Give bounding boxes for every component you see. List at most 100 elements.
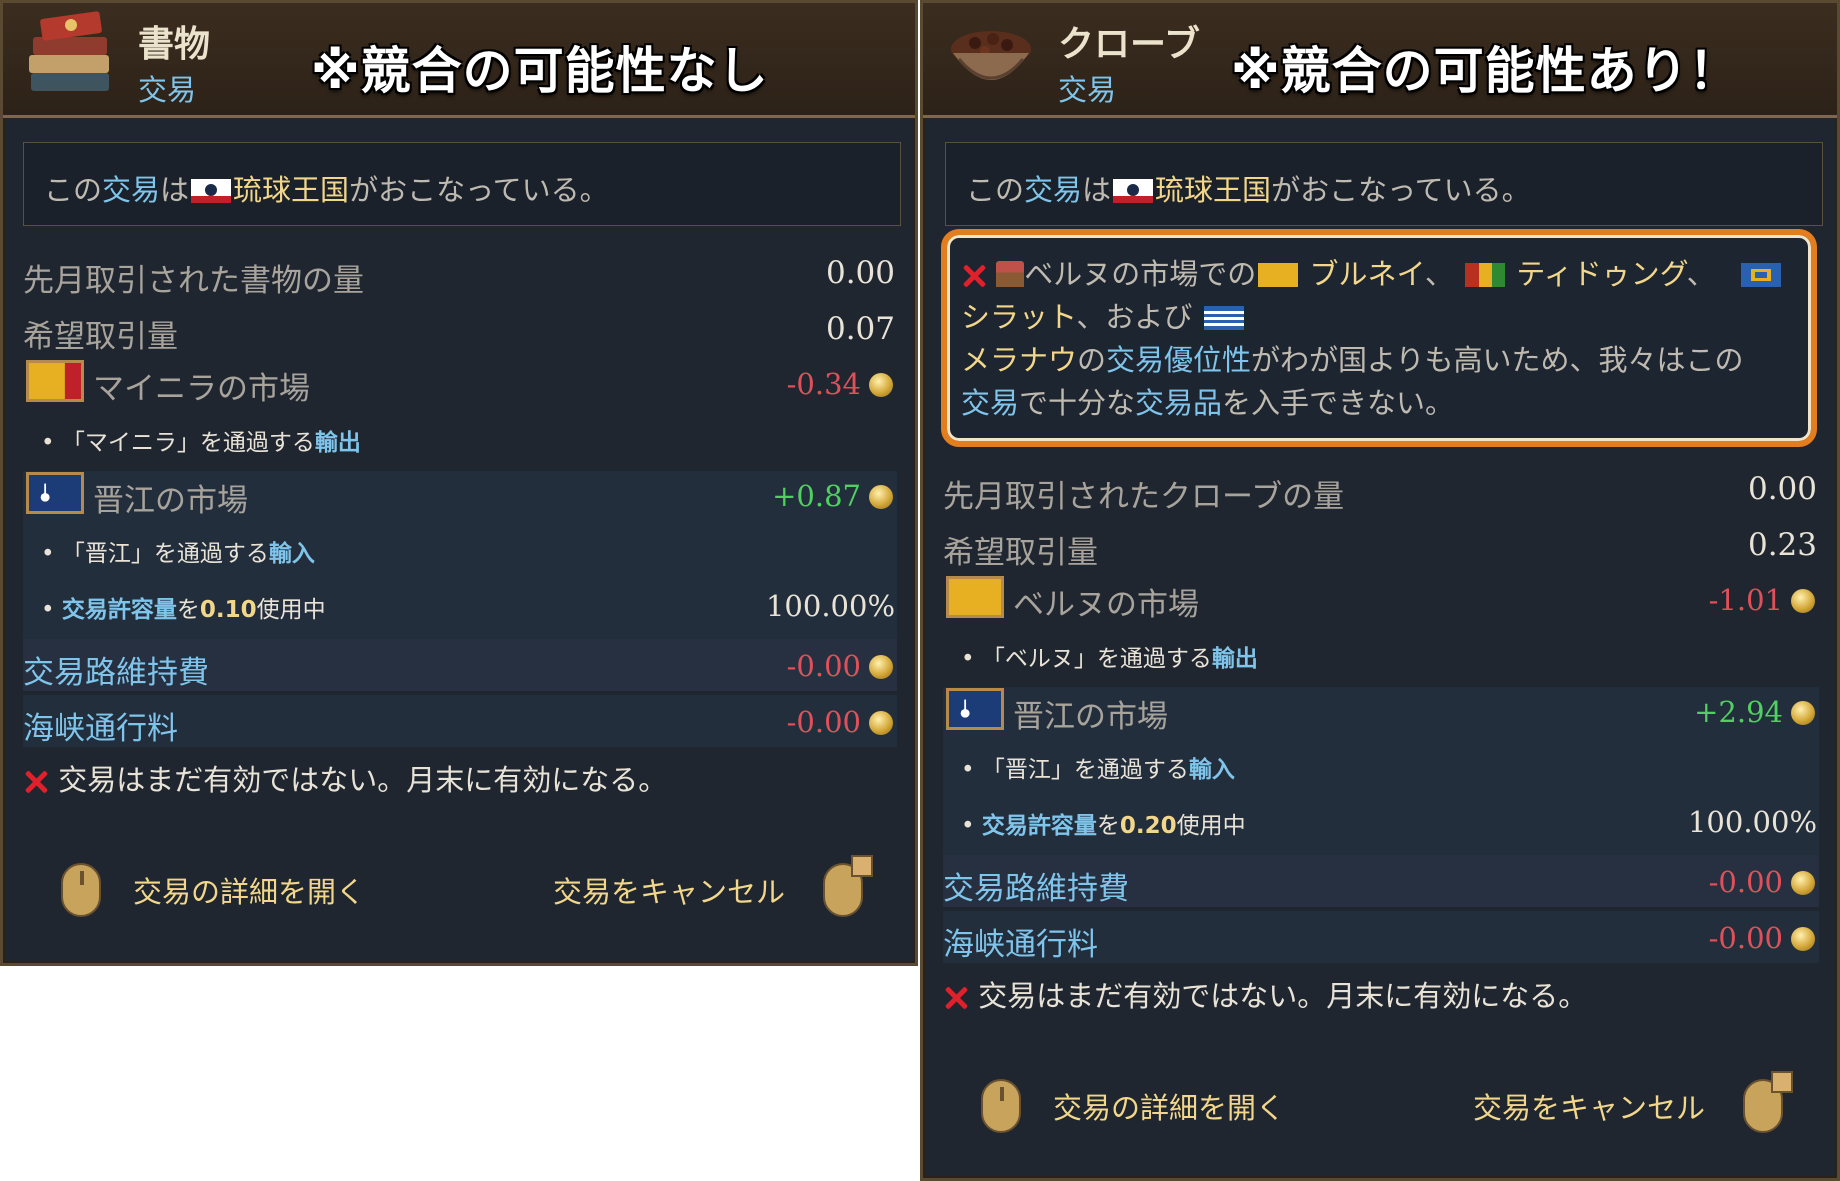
strait-toll-label: 海峡通行料 — [23, 711, 178, 747]
warning-keyword: 交易 — [961, 386, 1020, 420]
warning-line: シラット、および — [961, 296, 1797, 339]
strait-toll-row: 海峡通行料 -0.00 — [943, 911, 1819, 963]
cancel-trade-button[interactable]: 交易をキャンセル — [1473, 1085, 1705, 1127]
strait-toll-row: 海峡通行料 -0.00 — [23, 695, 897, 747]
right-click-marker — [851, 855, 873, 877]
coin-icon — [869, 373, 893, 397]
traded-last-month-row: 先月取引された書物の量 0.00 — [23, 247, 895, 299]
coin-icon — [1791, 589, 1815, 613]
warning-text: を入手できない。 — [1222, 386, 1455, 420]
warning-line: ベルヌの市場での ブルネイ、 ティドゥング、 — [961, 253, 1797, 296]
bullet-keyword: 輸出 — [314, 430, 361, 456]
bullet-text: を — [176, 597, 200, 623]
notice-text: がおこなっている。 — [349, 173, 609, 207]
upkeep-row: 交易路維持費 -0.00 — [23, 639, 897, 691]
market-row-bernu[interactable]: ベルヌの市場 -1.01 — [943, 573, 1819, 627]
desired-amount-row: 希望取引量 0.23 — [943, 519, 1817, 571]
traded-last-month-label: 先月取引された書物の量 — [23, 263, 364, 299]
goods-title: 書物 — [138, 23, 211, 65]
mouse-left-icon — [61, 863, 101, 917]
capacity-value: 0.20 — [1119, 813, 1177, 839]
flag-icon — [1740, 263, 1781, 287]
coin-icon — [869, 485, 893, 509]
annotation-note: ※競合の可能性あり！ — [1231, 42, 1740, 100]
panel-header: 書物 交易 ※競合の可能性なし — [3, 3, 915, 118]
open-details-button[interactable]: 交易の詳細を開く — [1053, 1085, 1285, 1127]
market-bullet: • 「マイニラ」を通過する輸出 — [41, 430, 361, 456]
market-row-jinjiang[interactable]: 晋江の市場 +0.87 — [23, 469, 897, 523]
country-link[interactable]: ティドゥング — [1516, 257, 1686, 291]
mouse-right-icon — [1743, 1071, 1793, 1133]
market-value: +2.94 — [1694, 695, 1783, 729]
market-name: マイニラの市場 — [93, 371, 310, 407]
warning-text: の — [1077, 343, 1107, 377]
coin-icon — [869, 711, 893, 735]
country-link[interactable]: シラット — [961, 300, 1076, 334]
bullet-text: を — [1096, 813, 1120, 839]
market-value: +0.87 — [772, 479, 861, 513]
market-value: -0.34 — [786, 367, 861, 401]
bullet-keyword: 輸入 — [268, 541, 315, 567]
traded-last-month-row: 先月取引されたクローブの量 0.00 — [943, 463, 1817, 515]
flag-icon — [946, 576, 1004, 618]
warning-text: 、および — [1076, 300, 1193, 334]
market-name: 晋江の市場 — [1013, 699, 1168, 735]
mouse-right-icon — [823, 855, 873, 917]
bullet-keyword: 輸入 — [1188, 757, 1235, 783]
right-click-marker — [1771, 1071, 1793, 1093]
market-row-manila[interactable]: マイニラの市場 -0.34 — [23, 357, 897, 411]
status-message: 交易はまだ有効ではない。月末に有効になる。 — [943, 973, 1587, 1015]
coin-icon — [1791, 701, 1815, 725]
upkeep-row: 交易路維持費 -0.00 — [943, 855, 1819, 907]
notice-text: がおこなっている。 — [1271, 173, 1531, 207]
mouse-left-icon — [981, 1079, 1021, 1133]
competition-warning: ベルヌの市場での ブルネイ、 ティドゥング、 シラット、および メラナウの交易優… — [941, 229, 1817, 447]
country-link[interactable]: ブルネイ — [1309, 257, 1424, 291]
x-icon — [23, 768, 49, 794]
warning-text: がわが国よりも高いため、我々はこの — [1251, 343, 1744, 377]
trade-subtitle: 交易 — [138, 73, 197, 107]
capacity-percent: 100.00% — [765, 589, 895, 623]
cancel-trade-button[interactable]: 交易をキャンセル — [553, 869, 785, 911]
market-row-jinjiang[interactable]: 晋江の市場 +2.94 — [943, 685, 1819, 739]
status-message: 交易はまだ有効ではない。月末に有効になる。 — [23, 757, 667, 799]
warning-line: メラナウの交易優位性がわが国よりも高いため、我々はこの — [961, 339, 1797, 382]
books-icon — [29, 11, 109, 91]
notice-keyword: 交易 — [1024, 173, 1083, 207]
coin-icon — [1791, 871, 1815, 895]
desired-amount-label: 希望取引量 — [23, 319, 178, 355]
coin-icon — [869, 655, 893, 679]
notice-text: は — [160, 173, 190, 207]
warning-text: で十分な — [1019, 386, 1136, 420]
warning-text: 、 — [1686, 257, 1716, 291]
capacity-keyword: 交易許容量 — [981, 813, 1097, 839]
capacity-bullet: • 交易許容量を0.20使用中 — [961, 813, 1246, 839]
capacity-value: 0.10 — [199, 597, 257, 623]
open-details-button[interactable]: 交易の詳細を開く — [133, 869, 365, 911]
trader-notice: この交易は 琉球王国がおこなっている。 — [23, 142, 901, 226]
bullet-text: 「ベルヌ」を通過する — [981, 646, 1212, 672]
country-link[interactable]: メラナウ — [961, 343, 1077, 377]
status-text: 交易はまだ有効ではない。月末に有効になる。 — [978, 979, 1588, 1013]
bullet-text: 「マイニラ」を通過する — [61, 430, 315, 456]
x-icon — [961, 262, 987, 288]
strait-toll-label: 海峡通行料 — [943, 927, 1098, 963]
flag-icon — [1258, 263, 1299, 287]
upkeep-value: -0.00 — [786, 649, 861, 683]
upkeep-label: 交易路維持費 — [943, 871, 1129, 907]
x-icon — [943, 984, 969, 1010]
notice-keyword: 交易 — [102, 173, 161, 207]
country-link[interactable]: 琉球王国 — [233, 173, 349, 207]
trade-subtitle: 交易 — [1058, 73, 1117, 107]
annotation-note: ※競合の可能性なし — [311, 42, 769, 100]
flag-icon — [26, 360, 84, 402]
upkeep-label: 交易路維持費 — [23, 655, 209, 691]
bullet-text: 使用中 — [256, 597, 326, 623]
strait-toll-value: -0.00 — [786, 705, 861, 739]
bullet-text: 「晋江」を通過する — [981, 757, 1189, 783]
panel-header: クローブ 交易 ※競合の可能性あり！ — [923, 3, 1837, 118]
warning-keyword: 交易優位性 — [1106, 343, 1252, 377]
desired-amount-row: 希望取引量 0.07 — [23, 303, 895, 355]
bullet-text: 使用中 — [1176, 813, 1246, 839]
country-link[interactable]: 琉球王国 — [1155, 173, 1271, 207]
